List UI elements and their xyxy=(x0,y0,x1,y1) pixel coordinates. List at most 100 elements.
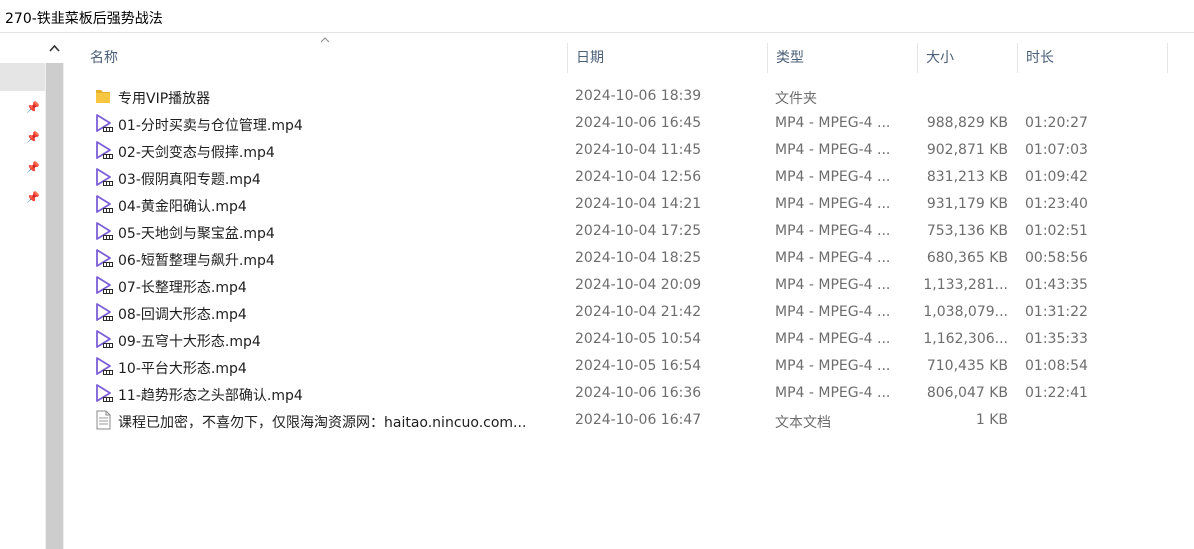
file-row[interactable]: 06-短暂整理与飙升.mp4 2024-10-04 18:25 MP4 - MPEG… xyxy=(88,245,1158,272)
file-duration: 01:09:42 xyxy=(1025,169,1088,185)
file-row[interactable]: 课程已加密，不喜勿下，仅限海淘资源网：haitao.nincuo.com... 2… xyxy=(88,407,1158,434)
file-duration: 01:43:35 xyxy=(1025,277,1088,293)
file-size: 902,871 KB xyxy=(926,142,1008,158)
column-header-size[interactable]: 大小 xyxy=(918,43,1018,73)
pin-icon[interactable]: 📌 xyxy=(26,191,40,205)
column-header-type-label: 类型 xyxy=(776,50,804,66)
file-type: MP4 - MPEG-4 ... xyxy=(775,385,891,401)
file-row[interactable]: 04-黄金阳确认.mp4 2024-10-04 14:21 MP4 - MPEG-4… xyxy=(88,191,1158,218)
video-file-icon xyxy=(96,384,113,402)
file-size: 931,179 KB xyxy=(926,196,1008,212)
file-name: 01-分时买卖与仓位管理.mp4 xyxy=(118,118,303,134)
file-row[interactable]: 05-天地剑与聚宝盆.mp4 2024-10-04 17:25 MP4 - MPEG… xyxy=(88,218,1158,245)
file-duration: 01:07:03 xyxy=(1025,142,1088,158)
navigation-pane[interactable]: 📌 📌 📌 📌 xyxy=(0,33,45,549)
video-file-icon xyxy=(96,330,113,348)
file-date: 2024-10-06 18:39 xyxy=(575,88,702,104)
column-header-type[interactable]: 类型 xyxy=(768,43,918,73)
file-type: 文件夹 xyxy=(775,91,817,107)
file-type: MP4 - MPEG-4 ... xyxy=(775,115,891,131)
video-file-icon xyxy=(96,168,113,186)
file-date: 2024-10-04 21:42 xyxy=(575,304,702,320)
column-header-name-label: 名称 xyxy=(90,50,118,66)
column-header-size-label: 大小 xyxy=(926,50,954,66)
file-duration: 01:35:33 xyxy=(1025,331,1088,347)
file-duration: 00:58:56 xyxy=(1025,250,1088,266)
file-row[interactable]: 10-平台大形态.mp4 2024-10-05 16:54 MP4 - MPEG-4… xyxy=(88,353,1158,380)
file-date: 2024-10-06 16:47 xyxy=(575,412,702,428)
file-name: 06-短暂整理与飙升.mp4 xyxy=(118,253,275,269)
pin-icon[interactable]: 📌 xyxy=(26,161,40,175)
file-row[interactable]: 07-长整理形态.mp4 2024-10-04 20:09 MP4 - MPEG-4… xyxy=(88,272,1158,299)
file-type: MP4 - MPEG-4 ... xyxy=(775,142,891,158)
column-header-date[interactable]: 日期 xyxy=(568,43,768,73)
file-size: 710,435 KB xyxy=(926,358,1008,374)
file-name: 专用VIP播放器 xyxy=(118,91,211,107)
file-duration: 01:31:22 xyxy=(1025,304,1088,320)
window-titlebar: 270-铁韭菜板后强势战法 xyxy=(0,0,1194,33)
video-file-icon xyxy=(96,249,113,267)
file-name: 07-长整理形态.mp4 xyxy=(118,280,247,296)
file-duration: 01:20:27 xyxy=(1025,115,1088,131)
file-type: 文本文档 xyxy=(775,415,831,431)
scroll-up-button[interactable] xyxy=(45,33,64,63)
video-file-icon xyxy=(96,222,113,240)
video-file-icon xyxy=(96,195,113,213)
file-duration: 01:08:54 xyxy=(1025,358,1088,374)
file-duration: 01:22:41 xyxy=(1025,385,1088,401)
file-date: 2024-10-04 12:56 xyxy=(575,169,702,185)
sort-ascending-icon xyxy=(320,37,330,43)
file-name: 课程已加密，不喜勿下，仅限海淘资源网：haitao.nincuo.com... xyxy=(118,415,527,431)
file-date: 2024-10-04 14:21 xyxy=(575,196,702,212)
scrollbar-thumb[interactable] xyxy=(46,63,63,549)
file-name: 08-回调大形态.mp4 xyxy=(118,307,247,323)
file-type: MP4 - MPEG-4 ... xyxy=(775,223,891,239)
column-header-duration-label: 时长 xyxy=(1026,50,1054,66)
nav-selected-item[interactable] xyxy=(0,63,45,91)
file-row[interactable]: 01-分时买卖与仓位管理.mp4 2024-10-06 16:45 MP4 - MP… xyxy=(88,110,1158,137)
file-size: 1,133,281... xyxy=(923,277,1008,293)
file-type: MP4 - MPEG-4 ... xyxy=(775,169,891,185)
file-row[interactable]: 02-天剑变态与假摔.mp4 2024-10-04 11:45 MP4 - MPEG… xyxy=(88,137,1158,164)
file-row[interactable]: 专用VIP播放器 2024-10-06 18:39 文件夹 xyxy=(88,83,1158,110)
file-type: MP4 - MPEG-4 ... xyxy=(775,277,891,293)
file-name: 05-天地剑与聚宝盆.mp4 xyxy=(118,226,275,242)
file-duration: 01:02:51 xyxy=(1025,223,1088,239)
file-type: MP4 - MPEG-4 ... xyxy=(775,250,891,266)
file-name: 02-天剑变态与假摔.mp4 xyxy=(118,145,275,161)
column-header-row: 名称 日期 类型 大小 时长 xyxy=(82,37,1172,73)
file-name: 04-黄金阳确认.mp4 xyxy=(118,199,247,215)
file-date: 2024-10-06 16:36 xyxy=(575,385,702,401)
file-row[interactable]: 08-回调大形态.mp4 2024-10-04 21:42 MP4 - MPEG-4… xyxy=(88,299,1158,326)
file-type: MP4 - MPEG-4 ... xyxy=(775,304,891,320)
file-date: 2024-10-04 20:09 xyxy=(575,277,702,293)
file-name: 03-假阴真阳专题.mp4 xyxy=(118,172,261,188)
file-date: 2024-10-04 17:25 xyxy=(575,223,702,239)
column-header-date-label: 日期 xyxy=(576,50,604,66)
column-header-name[interactable]: 名称 xyxy=(82,37,568,73)
file-size: 1,038,079... xyxy=(923,304,1008,320)
file-size: 753,136 KB xyxy=(926,223,1008,239)
nav-scrollbar[interactable] xyxy=(45,33,64,549)
pin-icon[interactable]: 📌 xyxy=(26,131,40,145)
pin-icon[interactable]: 📌 xyxy=(26,101,40,115)
chevron-up-icon xyxy=(49,44,60,52)
file-name: 09-五穹十大形态.mp4 xyxy=(118,334,261,350)
window-title: 270-铁韭菜板后强势战法 xyxy=(5,11,163,27)
video-file-icon xyxy=(96,141,113,159)
video-file-icon xyxy=(96,303,113,321)
column-header-duration[interactable]: 时长 xyxy=(1018,43,1168,73)
file-row[interactable]: 11-趋势形态之头部确认.mp4 2024-10-06 16:36 MP4 - MP… xyxy=(88,380,1158,407)
file-row[interactable]: 03-假阴真阳专题.mp4 2024-10-04 12:56 MP4 - MPEG-… xyxy=(88,164,1158,191)
video-file-icon xyxy=(96,114,113,132)
file-size: 1,162,306... xyxy=(923,331,1008,347)
folder-icon xyxy=(96,90,110,103)
file-row[interactable]: 09-五穹十大形态.mp4 2024-10-05 10:54 MP4 - MPEG-… xyxy=(88,326,1158,353)
text-file-icon xyxy=(96,410,111,430)
file-name: 11-趋势形态之头部确认.mp4 xyxy=(118,388,303,404)
file-date: 2024-10-05 16:54 xyxy=(575,358,702,374)
file-size: 1 KB xyxy=(975,412,1008,428)
file-date: 2024-10-04 18:25 xyxy=(575,250,702,266)
file-size: 988,829 KB xyxy=(926,115,1008,131)
file-size: 806,047 KB xyxy=(926,385,1008,401)
